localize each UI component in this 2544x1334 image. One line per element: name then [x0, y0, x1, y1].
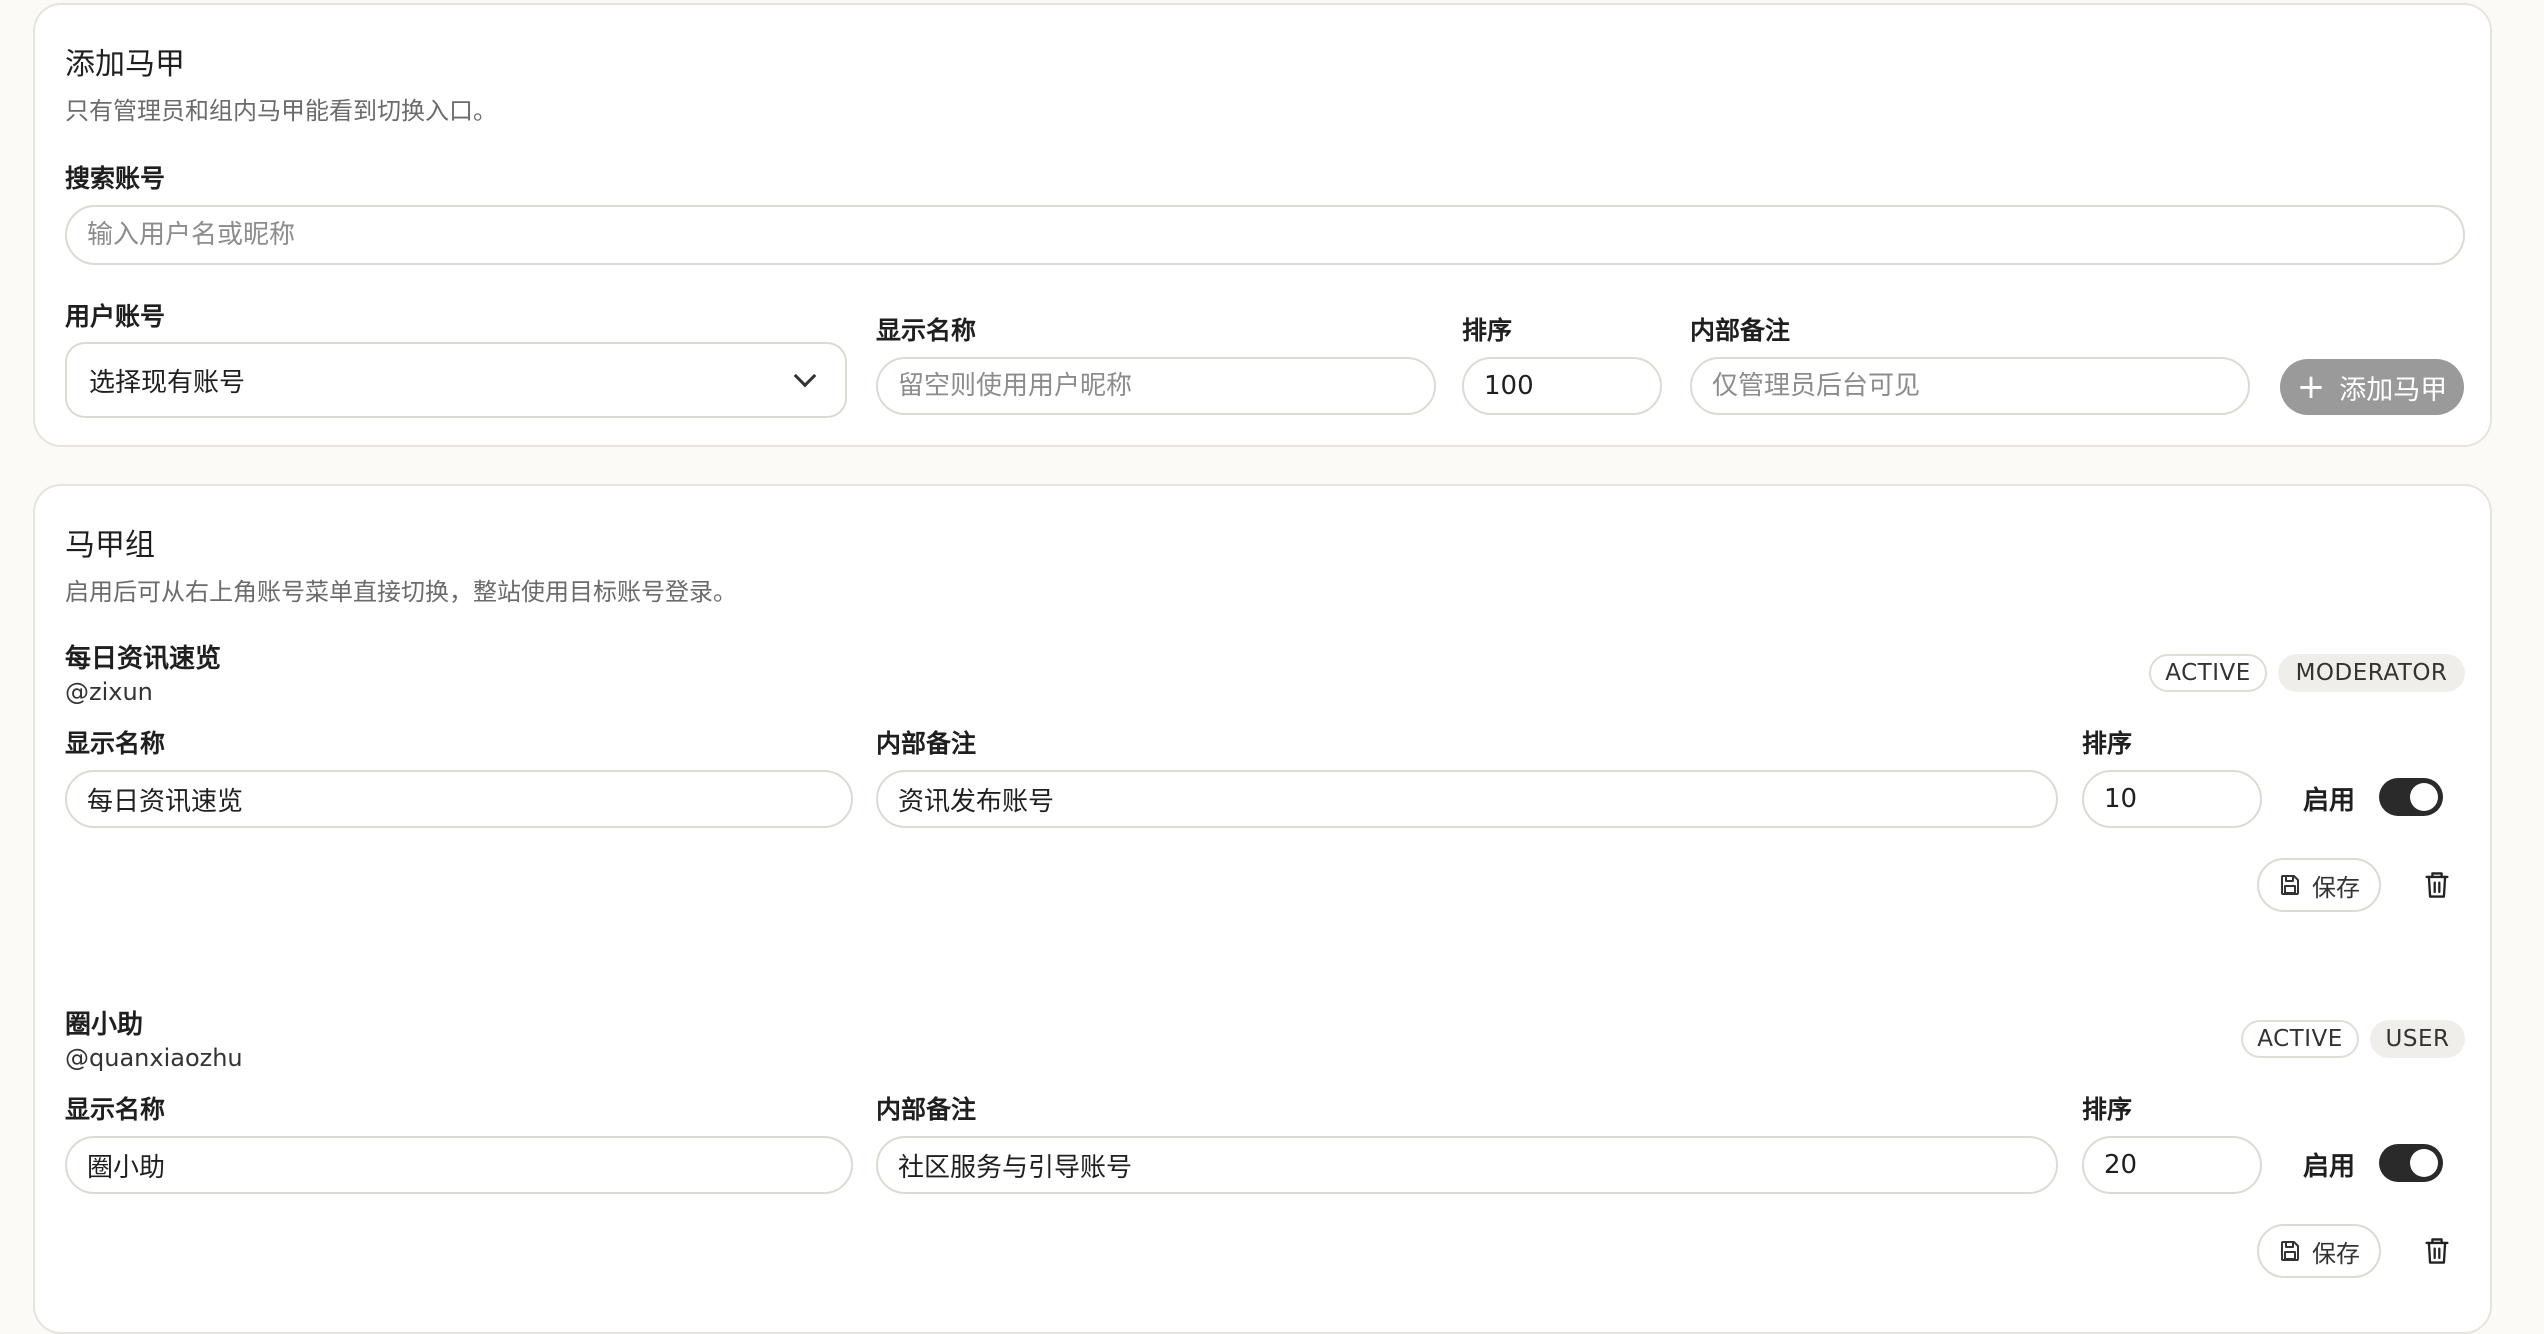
save-button[interactable]: 保存 [2257, 1224, 2381, 1278]
save-button[interactable]: 保存 [2257, 858, 2381, 912]
alias-group-card: 马甲组 启用后可从右上角账号菜单直接切换，整站使用目标账号登录。 每日资讯速览 … [33, 484, 2492, 1334]
item-order-label: 排序 [2082, 729, 2133, 758]
item-internal-note-label: 内部备注 [876, 1095, 977, 1124]
enable-toggle[interactable] [2379, 1144, 2443, 1182]
item-display-name-input[interactable] [65, 1136, 853, 1194]
add-alias-description: 只有管理员和组内马甲能看到切换入口。 [65, 97, 497, 125]
enable-label: 启用 [2303, 786, 2356, 816]
role-badge: MODERATOR [2278, 654, 2465, 692]
search-account-label: 搜索账号 [65, 164, 166, 193]
alias-item-handle: @quanxiaozhu [65, 1044, 243, 1072]
order-input[interactable] [1462, 357, 1662, 415]
internal-note-input[interactable] [1690, 357, 2250, 415]
user-account-select-value: 选择现有账号 [89, 367, 246, 398]
enable-toggle[interactable] [2379, 778, 2443, 816]
item-display-name-label: 显示名称 [65, 1095, 166, 1124]
item-display-name-input[interactable] [65, 770, 853, 828]
save-icon [2281, 1241, 2299, 1261]
alias-item-name: 圈小助 [65, 1010, 144, 1040]
display-name-label: 显示名称 [876, 316, 977, 345]
trash-icon [2425, 1238, 2449, 1264]
item-internal-note-input[interactable] [876, 1136, 2058, 1194]
add-alias-button[interactable]: + 添加马甲 [2280, 359, 2464, 415]
alias-group-title: 马甲组 [65, 528, 155, 563]
toggle-knob [2410, 783, 2438, 811]
display-name-input[interactable] [876, 357, 1436, 415]
enable-label: 启用 [2303, 1152, 2356, 1182]
alias-group-description: 启用后可从右上角账号菜单直接切换，整站使用目标账号登录。 [65, 578, 737, 606]
search-account-input[interactable] [65, 205, 2465, 265]
status-badge: ACTIVE [2149, 654, 2267, 692]
item-order-label: 排序 [2082, 1095, 2133, 1124]
internal-note-label: 内部备注 [1690, 316, 1791, 345]
alias-item: 圈小助 @quanxiaozhu ACTIVE USER 显示名称 内部备注 排… [35, 992, 2494, 1292]
item-order-input[interactable] [2082, 770, 2262, 828]
alias-item-handle: @zixun [65, 678, 153, 706]
item-display-name-label: 显示名称 [65, 729, 166, 758]
user-account-select[interactable]: 选择现有账号 [65, 342, 847, 418]
trash-icon [2425, 872, 2449, 898]
plus-icon: + [2296, 367, 2326, 407]
save-button-label: 保存 [2312, 873, 2360, 902]
add-alias-title: 添加马甲 [65, 47, 185, 82]
add-alias-button-label: 添加马甲 [2339, 374, 2448, 406]
item-internal-note-input[interactable] [876, 770, 2058, 828]
status-badge: ACTIVE [2241, 1020, 2359, 1058]
item-internal-note-label: 内部备注 [876, 729, 977, 758]
alias-item-name: 每日资讯速览 [65, 644, 222, 674]
toggle-knob [2410, 1149, 2438, 1177]
delete-button[interactable] [2417, 1229, 2457, 1273]
order-label: 排序 [1462, 316, 1513, 345]
add-alias-card: 添加马甲 只有管理员和组内马甲能看到切换入口。 搜索账号 用户账号 选择现有账号… [33, 3, 2492, 447]
save-icon [2281, 875, 2299, 895]
delete-button[interactable] [2417, 863, 2457, 907]
chevron-down-icon [793, 364, 817, 388]
item-order-input[interactable] [2082, 1136, 2262, 1194]
alias-item: 每日资讯速览 @zixun ACTIVE MODERATOR 显示名称 内部备注… [35, 626, 2494, 926]
role-badge: USER [2370, 1020, 2465, 1058]
save-button-label: 保存 [2312, 1239, 2360, 1268]
user-account-label: 用户账号 [65, 302, 166, 331]
